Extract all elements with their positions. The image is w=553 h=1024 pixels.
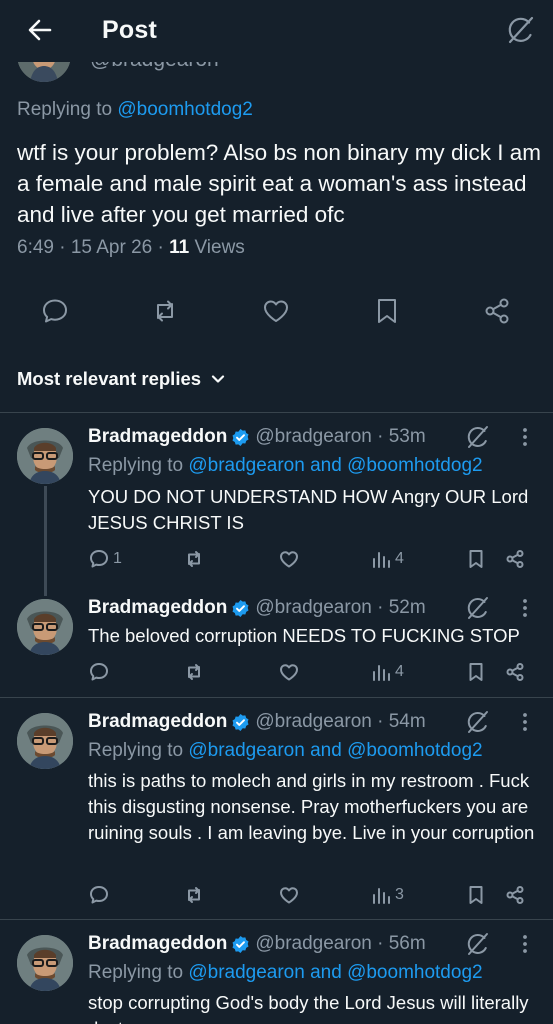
reply-action-bar: 4 — [0, 660, 553, 686]
author-name[interactable]: Bradmageddon — [88, 597, 227, 619]
reply-header: Bradmageddon @bradgearon · 52m — [88, 597, 426, 619]
reply-item[interactable]: Bradmageddon @bradgearon · 53m Replying … — [0, 412, 553, 587]
reply-action-bar: 3 — [0, 883, 553, 909]
replying-to: Replying to @bradgearon and @boomhotdog2 — [88, 455, 483, 477]
reply-icon — [90, 886, 108, 904]
reply-text: YOU DO NOT UNDERSTAND HOW Angry OUR Lord… — [88, 486, 529, 533]
share-icon[interactable] — [482, 296, 512, 326]
views-button[interactable]: 4 — [370, 660, 404, 684]
views-chart-icon — [373, 552, 390, 568]
grok-icon[interactable] — [465, 424, 491, 450]
avatar[interactable] — [17, 428, 73, 484]
avatar[interactable] — [17, 713, 73, 769]
reply-item[interactable]: Bradmageddon @bradgearon · 56m Replying … — [0, 919, 553, 1024]
more-options-icon[interactable] — [515, 931, 535, 957]
verified-badge-icon — [232, 428, 249, 446]
repost-icon[interactable] — [183, 883, 205, 907]
author-name[interactable]: Bradmageddon — [88, 426, 227, 448]
back-arrow-icon[interactable] — [24, 14, 56, 46]
reply-button[interactable] — [88, 660, 110, 684]
verified-badge-icon — [232, 713, 249, 731]
reply-count: 1 — [113, 550, 122, 567]
author-name[interactable]: Bradmageddon — [88, 933, 227, 955]
replying-to-link[interactable]: @bradgearon and @boomhotdog2 — [188, 455, 482, 476]
reply-header: Bradmageddon @bradgearon · 56m — [88, 933, 426, 955]
bookmark-icon[interactable] — [465, 660, 487, 684]
reply-icon[interactable] — [40, 296, 70, 326]
top-bar: Post — [0, 0, 553, 62]
grok-icon[interactable] — [505, 14, 537, 46]
repost-icon[interactable] — [150, 296, 180, 326]
replying-to-link[interactable]: @boomhotdog2 — [117, 99, 253, 120]
like-heart-icon[interactable] — [278, 883, 300, 907]
like-heart-icon[interactable] — [278, 547, 300, 571]
sort-replies-dropdown[interactable]: Most relevant replies — [17, 368, 227, 390]
reply-item[interactable]: Bradmageddon @bradgearon · 52m The belov… — [0, 586, 553, 697]
views-count: 4 — [395, 550, 404, 567]
reply-button[interactable] — [88, 883, 110, 907]
replying-prefix: Replying to — [88, 962, 189, 983]
reply-header: Bradmageddon @bradgearon · 54m — [88, 711, 426, 733]
reply-header: Bradmageddon @bradgearon · 53m — [88, 426, 426, 448]
reply-button[interactable]: 1 — [88, 547, 122, 571]
bookmark-icon[interactable] — [372, 296, 402, 326]
views-chart-icon — [373, 665, 390, 681]
reply-text: The beloved corruption NEEDS TO FUCKING … — [88, 625, 520, 646]
replying-to: Replying to @boomhotdog2 — [17, 99, 253, 121]
post-views-count[interactable]: 11 — [169, 237, 189, 258]
author-handle-time[interactable]: @bradgearon · 53m — [255, 426, 425, 448]
post-text: wtf is your problem? Also bs non binary … — [17, 140, 541, 227]
views-count: 3 — [395, 886, 404, 903]
post-action-bar — [0, 296, 553, 330]
more-options-icon[interactable] — [515, 595, 535, 621]
bookmark-icon[interactable] — [465, 883, 487, 907]
grok-icon[interactable] — [465, 595, 491, 621]
views-button[interactable]: 3 — [370, 883, 404, 907]
share-icon[interactable] — [504, 883, 526, 907]
author-handle-time[interactable]: @bradgearon · 52m — [255, 597, 425, 619]
author-handle-time[interactable]: @bradgearon · 54m — [255, 711, 425, 733]
replying-to-link[interactable]: @bradgearon and @boomhotdog2 — [188, 740, 482, 761]
repost-icon[interactable] — [183, 660, 205, 684]
grok-icon[interactable] — [465, 709, 491, 735]
more-options-icon[interactable] — [515, 424, 535, 450]
post-views-label: Views — [189, 237, 245, 258]
views-button[interactable]: 4 — [370, 547, 404, 571]
views-count: 4 — [395, 663, 404, 680]
replying-prefix: Replying to — [88, 740, 189, 761]
author-name[interactable]: Bradmageddon — [88, 711, 227, 733]
bookmark-icon[interactable] — [465, 547, 487, 571]
replying-prefix: Replying to — [88, 455, 189, 476]
page-title: Post — [102, 16, 157, 44]
chevron-down-icon — [211, 375, 225, 383]
repost-icon[interactable] — [183, 547, 205, 571]
grok-icon[interactable] — [465, 931, 491, 957]
reply-icon — [90, 550, 108, 568]
reply-item[interactable]: Bradmageddon @bradgearon · 54m Replying … — [0, 697, 553, 919]
reply-icon — [90, 663, 108, 681]
like-heart-icon[interactable] — [278, 660, 300, 684]
author-handle-time[interactable]: @bradgearon · 56m — [255, 933, 425, 955]
verified-badge-icon — [232, 599, 249, 617]
sort-label: Most relevant replies — [17, 368, 202, 389]
verified-badge-icon — [232, 935, 249, 953]
replying-to: Replying to @bradgearon and @boomhotdog2 — [88, 962, 483, 984]
avatar[interactable] — [17, 599, 73, 655]
replying-to: Replying to @bradgearon and @boomhotdog2 — [88, 740, 483, 762]
reply-text: stop corrupting God's body the Lord Jesu… — [88, 992, 529, 1024]
avatar[interactable] — [17, 935, 73, 991]
more-options-icon[interactable] — [515, 709, 535, 735]
views-chart-icon — [373, 888, 390, 904]
reply-text: this is paths to molech and girls in my … — [88, 770, 535, 843]
reply-action-bar: 1 4 — [0, 547, 553, 573]
replying-to-link[interactable]: @bradgearon and @boomhotdog2 — [188, 962, 482, 983]
share-icon[interactable] — [504, 547, 526, 571]
like-heart-icon[interactable] — [261, 296, 291, 326]
replying-prefix: Replying to — [17, 99, 118, 120]
post-timestamp: 6:49 · 15 Apr 26 · — [17, 237, 170, 258]
share-icon[interactable] — [504, 660, 526, 684]
post-meta: 6:49 · 15 Apr 26 · 11 Views — [17, 237, 245, 259]
